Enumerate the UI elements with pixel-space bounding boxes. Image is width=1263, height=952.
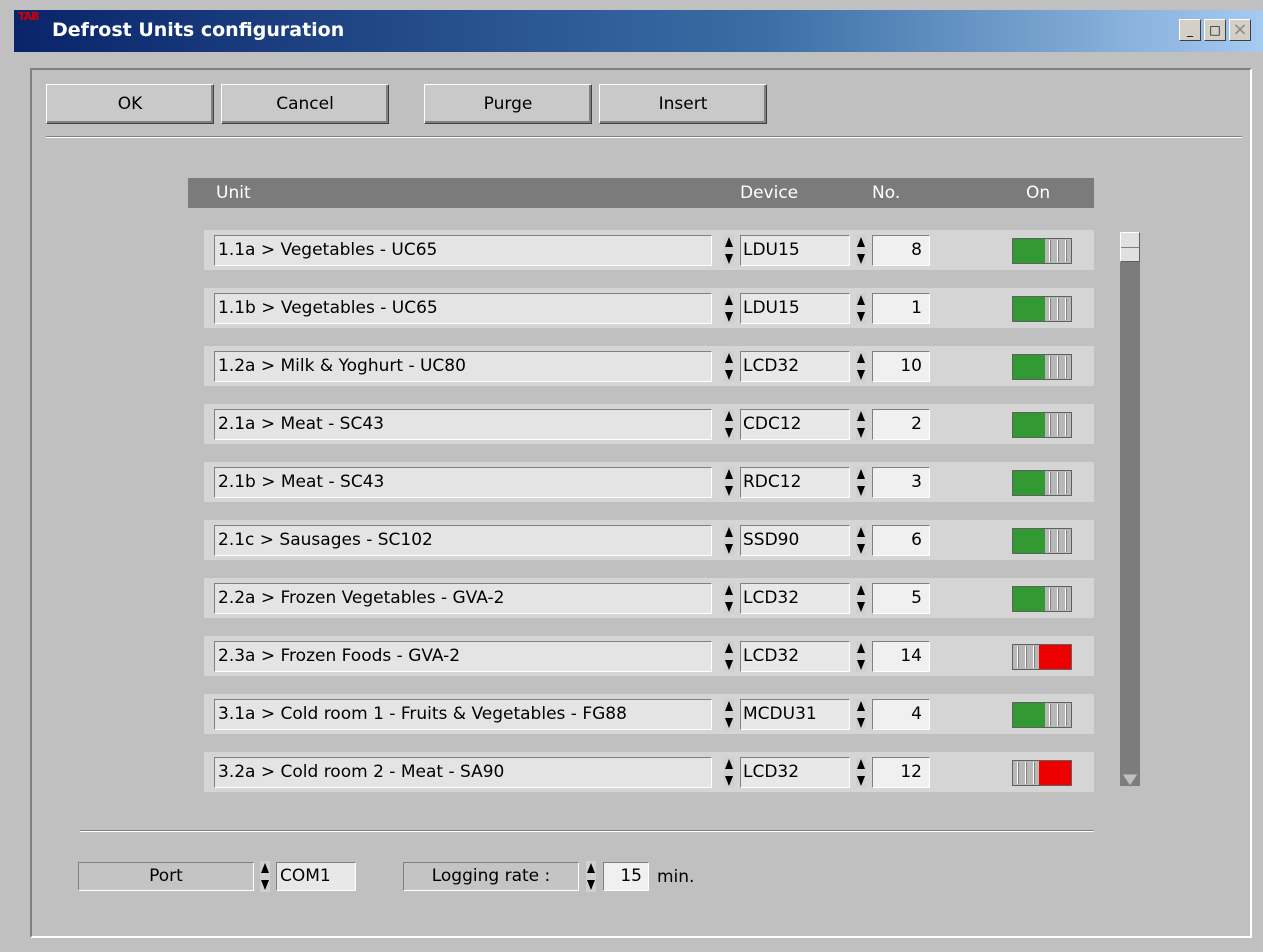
number-spinner-icon[interactable] <box>856 641 866 672</box>
table-row: 3.1a > Cold room 1 - Fruits & Vegetables… <box>204 694 1094 734</box>
device-field[interactable]: LCD32 <box>740 757 850 788</box>
header-unit: Unit <box>216 183 251 203</box>
number-field[interactable]: 1 <box>872 293 930 324</box>
unit-field[interactable]: 2.1c > Sausages - SC102 <box>214 525 712 556</box>
number-spinner-icon[interactable] <box>856 351 866 382</box>
unit-spinner-icon[interactable] <box>724 293 734 324</box>
number-spinner-icon[interactable] <box>856 699 866 730</box>
number-field[interactable]: 2 <box>872 409 930 440</box>
scrollbar-thumb[interactable] <box>1120 232 1140 262</box>
toolbar-divider <box>46 136 1242 138</box>
unit-field[interactable]: 1.1a > Vegetables - UC65 <box>214 235 712 266</box>
table-row: 1.1b > Vegetables - UC65 LDU15 1 <box>204 288 1094 328</box>
number-spinner-icon[interactable] <box>856 409 866 440</box>
unit-field[interactable]: 2.1a > Meat - SC43 <box>214 409 712 440</box>
window-title: Defrost Units configuration <box>52 19 345 41</box>
number-field[interactable]: 3 <box>872 467 930 498</box>
device-field[interactable]: MCDU31 <box>740 699 850 730</box>
number-field[interactable]: 6 <box>872 525 930 556</box>
number-field[interactable]: 10 <box>872 351 930 382</box>
toggle-off-icon[interactable] <box>1012 644 1072 670</box>
cancel-button[interactable]: Cancel <box>221 84 389 124</box>
unit-spinner-icon[interactable] <box>724 351 734 382</box>
toggle-on-icon[interactable] <box>1012 238 1072 264</box>
table-row: 2.2a > Frozen Vegetables - GVA-2 LCD32 5 <box>204 578 1094 618</box>
table-row: 3.2a > Cold room 2 - Meat - SA90 LCD32 12 <box>204 752 1094 792</box>
maximize-button[interactable]: □ <box>1204 19 1226 41</box>
table-row: 2.1a > Meat - SC43 CDC12 2 <box>204 404 1094 444</box>
unit-spinner-icon[interactable] <box>724 699 734 730</box>
unit-spinner-icon[interactable] <box>724 409 734 440</box>
toggle-off-icon[interactable] <box>1012 760 1072 786</box>
unit-spinner-icon[interactable] <box>724 467 734 498</box>
header-on: On <box>1026 183 1051 203</box>
app-logo-icon: TAB <box>18 10 40 23</box>
number-field[interactable]: 8 <box>872 235 930 266</box>
logging-rate-spinner-icon[interactable] <box>586 861 596 892</box>
number-spinner-icon[interactable] <box>856 467 866 498</box>
toggle-on-icon[interactable] <box>1012 528 1072 554</box>
table-row: 1.1a > Vegetables - UC65 LDU15 8 <box>204 230 1094 270</box>
number-field[interactable]: 14 <box>872 641 930 672</box>
number-spinner-icon[interactable] <box>856 757 866 788</box>
unit-field[interactable]: 1.2a > Milk & Yoghurt - UC80 <box>214 351 712 382</box>
header-device: Device <box>740 183 799 203</box>
device-field[interactable]: LCD32 <box>740 351 850 382</box>
device-field[interactable]: CDC12 <box>740 409 850 440</box>
purge-button[interactable]: Purge <box>424 84 592 124</box>
unit-spinner-icon[interactable] <box>724 757 734 788</box>
unit-field[interactable]: 1.1b > Vegetables - UC65 <box>214 293 712 324</box>
device-field[interactable]: LCD32 <box>740 641 850 672</box>
minimize-button[interactable]: _ <box>1179 19 1201 41</box>
unit-field[interactable]: 2.2a > Frozen Vegetables - GVA-2 <box>214 583 712 614</box>
close-button[interactable]: × <box>1229 19 1251 41</box>
number-field[interactable]: 5 <box>872 583 930 614</box>
ok-button[interactable]: OK <box>46 84 214 124</box>
number-field[interactable]: 4 <box>872 699 930 730</box>
logging-unit: min. <box>657 867 695 887</box>
toggle-on-icon[interactable] <box>1012 702 1072 728</box>
table-row: 1.2a > Milk & Yoghurt - UC80 LCD32 10 <box>204 346 1094 386</box>
device-field[interactable]: RDC12 <box>740 467 850 498</box>
device-field[interactable]: SSD90 <box>740 525 850 556</box>
device-field[interactable]: LDU15 <box>740 293 850 324</box>
logging-rate-field[interactable]: 15 <box>603 862 649 891</box>
unit-field[interactable]: 2.3a > Frozen Foods - GVA-2 <box>214 641 712 672</box>
toggle-on-icon[interactable] <box>1012 354 1072 380</box>
number-spinner-icon[interactable] <box>856 235 866 266</box>
number-field[interactable]: 12 <box>872 757 930 788</box>
header-no: No. <box>872 183 901 203</box>
unit-spinner-icon[interactable] <box>724 235 734 266</box>
number-spinner-icon[interactable] <box>856 293 866 324</box>
number-spinner-icon[interactable] <box>856 525 866 556</box>
table-row: 2.3a > Frozen Foods - GVA-2 LCD32 14 <box>204 636 1094 676</box>
device-field[interactable]: LDU15 <box>740 235 850 266</box>
insert-button[interactable]: Insert <box>599 84 767 124</box>
unit-field[interactable]: 3.1a > Cold room 1 - Fruits & Vegetables… <box>214 699 712 730</box>
logging-rate-label: Logging rate : <box>403 862 579 891</box>
scroll-down-icon[interactable] <box>1120 772 1140 788</box>
number-spinner-icon[interactable] <box>856 583 866 614</box>
device-field[interactable]: LCD32 <box>740 583 850 614</box>
port-label: Port <box>78 862 254 891</box>
table-row: 2.1b > Meat - SC43 RDC12 3 <box>204 462 1094 502</box>
title-bar[interactable]: TAB Defrost Units configuration _ □ × <box>14 10 1263 52</box>
unit-spinner-icon[interactable] <box>724 641 734 672</box>
table-header: Unit Device No. On <box>188 178 1094 208</box>
unit-field[interactable]: 2.1b > Meat - SC43 <box>214 467 712 498</box>
toggle-on-icon[interactable] <box>1012 412 1072 438</box>
footer-divider <box>80 830 1094 832</box>
port-field[interactable]: COM1 <box>276 862 356 891</box>
unit-spinner-icon[interactable] <box>724 583 734 614</box>
scrollbar-track[interactable] <box>1120 232 1140 786</box>
port-spinner-icon[interactable] <box>260 861 270 892</box>
toggle-on-icon[interactable] <box>1012 586 1072 612</box>
unit-spinner-icon[interactable] <box>724 525 734 556</box>
toggle-on-icon[interactable] <box>1012 296 1072 322</box>
table-row: 2.1c > Sausages - SC102 SSD90 6 <box>204 520 1094 560</box>
unit-field[interactable]: 3.2a > Cold room 2 - Meat - SA90 <box>214 757 712 788</box>
toggle-on-icon[interactable] <box>1012 470 1072 496</box>
